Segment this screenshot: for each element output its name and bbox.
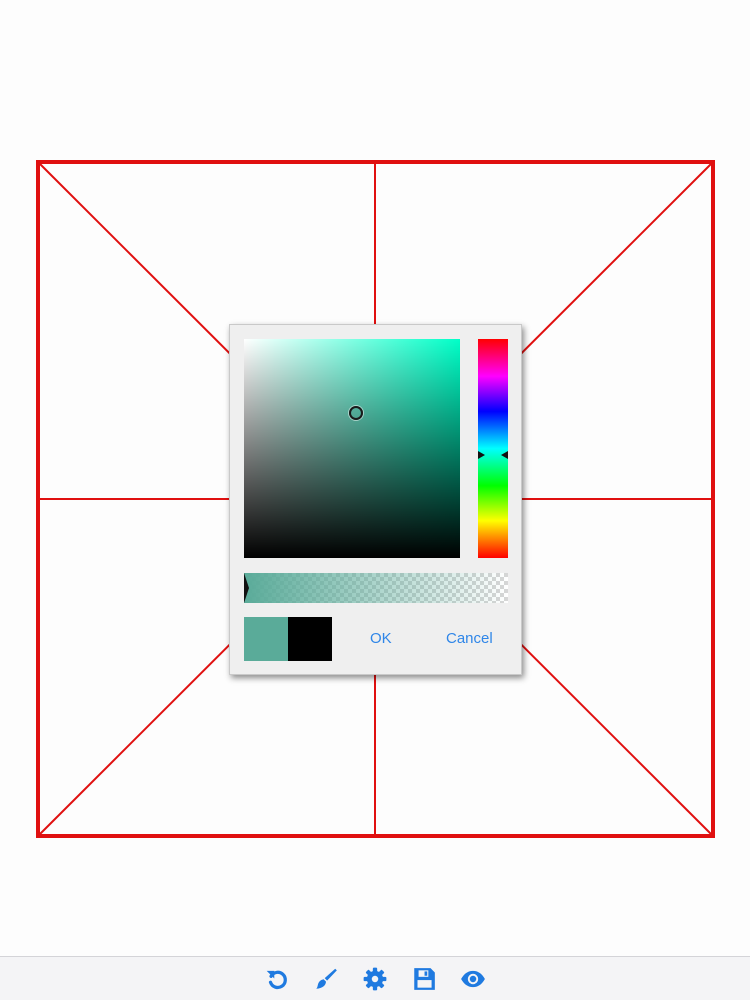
hue-base-layer bbox=[244, 339, 460, 558]
hue-marker-right[interactable] bbox=[501, 451, 508, 460]
save-button[interactable] bbox=[410, 965, 438, 993]
saturation-value-square[interactable] bbox=[244, 339, 460, 558]
ok-button[interactable]: OK bbox=[370, 625, 392, 653]
gear-icon bbox=[363, 967, 387, 991]
brush-button[interactable] bbox=[312, 965, 340, 993]
color-picker-dialog: OK Cancel bbox=[229, 324, 522, 675]
eye-icon bbox=[461, 970, 485, 988]
cancel-button[interactable]: Cancel bbox=[446, 625, 493, 653]
previous-color-swatch[interactable] bbox=[288, 617, 332, 661]
hue-marker-left[interactable] bbox=[478, 451, 485, 460]
hue-slider[interactable] bbox=[478, 339, 508, 558]
opacity-marker[interactable] bbox=[244, 573, 249, 603]
undo-button[interactable] bbox=[263, 965, 291, 993]
opacity-slider[interactable] bbox=[244, 573, 508, 603]
brush-icon bbox=[316, 968, 337, 989]
settings-button[interactable] bbox=[361, 965, 389, 993]
opacity-gradient bbox=[244, 573, 508, 603]
undo-icon bbox=[266, 970, 287, 990]
save-icon bbox=[414, 968, 435, 990]
bottom-toolbar bbox=[0, 956, 750, 1000]
color-cursor[interactable] bbox=[349, 406, 364, 421]
new-color-swatch bbox=[244, 617, 288, 661]
preview-button[interactable] bbox=[459, 965, 487, 993]
